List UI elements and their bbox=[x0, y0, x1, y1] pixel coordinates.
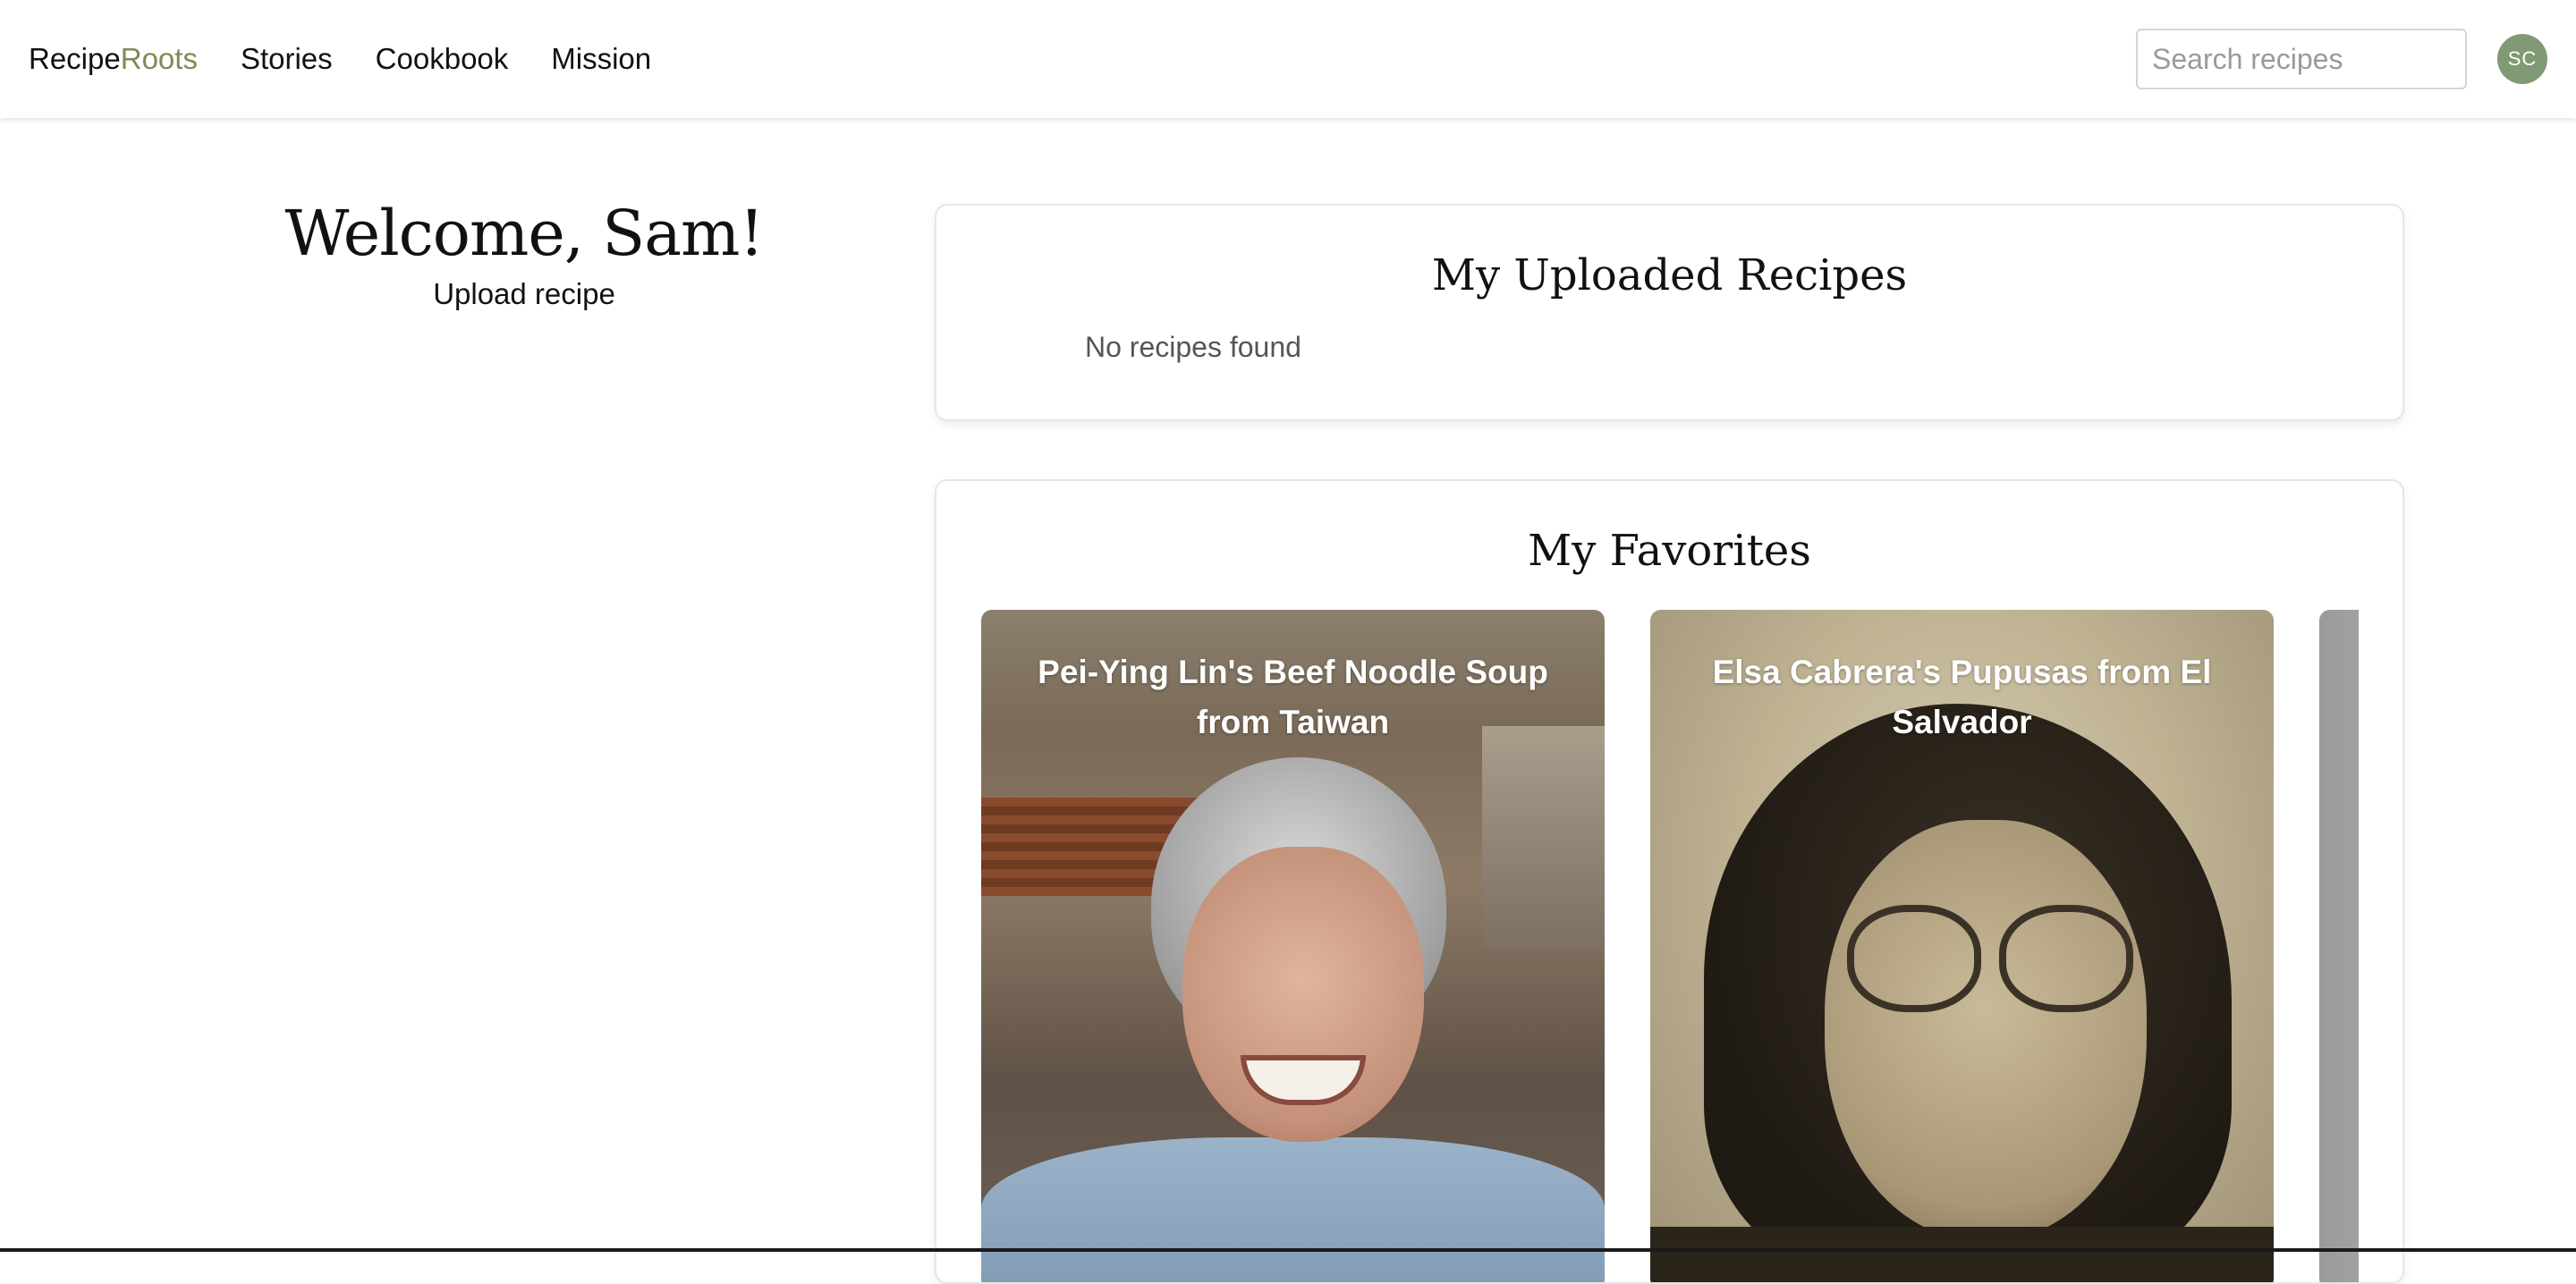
favorite-card[interactable]: Elsa Cabrera's Pupusas from El Salvador bbox=[1650, 610, 2274, 1282]
uploaded-recipes-title: My Uploaded Recipes bbox=[1431, 250, 1908, 300]
photo-collar bbox=[1650, 1227, 2274, 1282]
favorite-card-title: Pei-Ying Lin's Beef Noodle Soup from Tai… bbox=[1038, 654, 1548, 740]
photo-face bbox=[1825, 820, 2147, 1240]
brand-name-part1: Recipe bbox=[29, 42, 121, 75]
photo-shirt bbox=[981, 1137, 1605, 1282]
favorite-card-partial[interactable] bbox=[2319, 610, 2359, 1282]
no-recipes-message: No recipes found bbox=[1085, 331, 1301, 363]
favorite-card[interactable]: Pei-Ying Lin's Beef Noodle Soup from Tai… bbox=[981, 610, 1605, 1282]
photo-glasses-right bbox=[1999, 905, 2133, 1012]
favorites-carousel[interactable]: Pei-Ying Lin's Beef Noodle Soup from Tai… bbox=[981, 610, 2359, 1282]
nav-link-cookbook[interactable]: Cookbook bbox=[376, 42, 509, 76]
window-bottom-edge bbox=[0, 1248, 2576, 1252]
favorite-card-title: Elsa Cabrera's Pupusas from El Salvador bbox=[1712, 654, 2212, 740]
favorites-title: My Favorites bbox=[1528, 526, 1811, 576]
uploaded-recipes-panel: My Uploaded Recipes No recipes found bbox=[935, 204, 2404, 421]
upload-recipe-link[interactable]: Upload recipe bbox=[433, 277, 615, 311]
top-navbar: RecipeRoots Stories Cookbook Mission SC bbox=[0, 0, 2576, 118]
photo-background-window bbox=[1482, 726, 1605, 950]
brand-name-part2: Roots bbox=[120, 42, 198, 75]
welcome-heading: Welcome, Sam! bbox=[284, 197, 765, 270]
brand-logo-link[interactable]: RecipeRoots bbox=[29, 42, 198, 76]
favorites-panel: My Favorites Pei-Ying Lin's Beef Noodle … bbox=[935, 479, 2404, 1284]
user-avatar[interactable]: SC bbox=[2497, 34, 2547, 84]
search-input[interactable] bbox=[2136, 29, 2467, 89]
recipe-photo-image bbox=[2319, 610, 2359, 1282]
photo-glasses-left bbox=[1847, 905, 1981, 1012]
welcome-section: Welcome, Sam! Upload recipe bbox=[268, 197, 780, 311]
nav-link-mission[interactable]: Mission bbox=[551, 42, 651, 76]
nav-link-stories[interactable]: Stories bbox=[241, 42, 333, 76]
